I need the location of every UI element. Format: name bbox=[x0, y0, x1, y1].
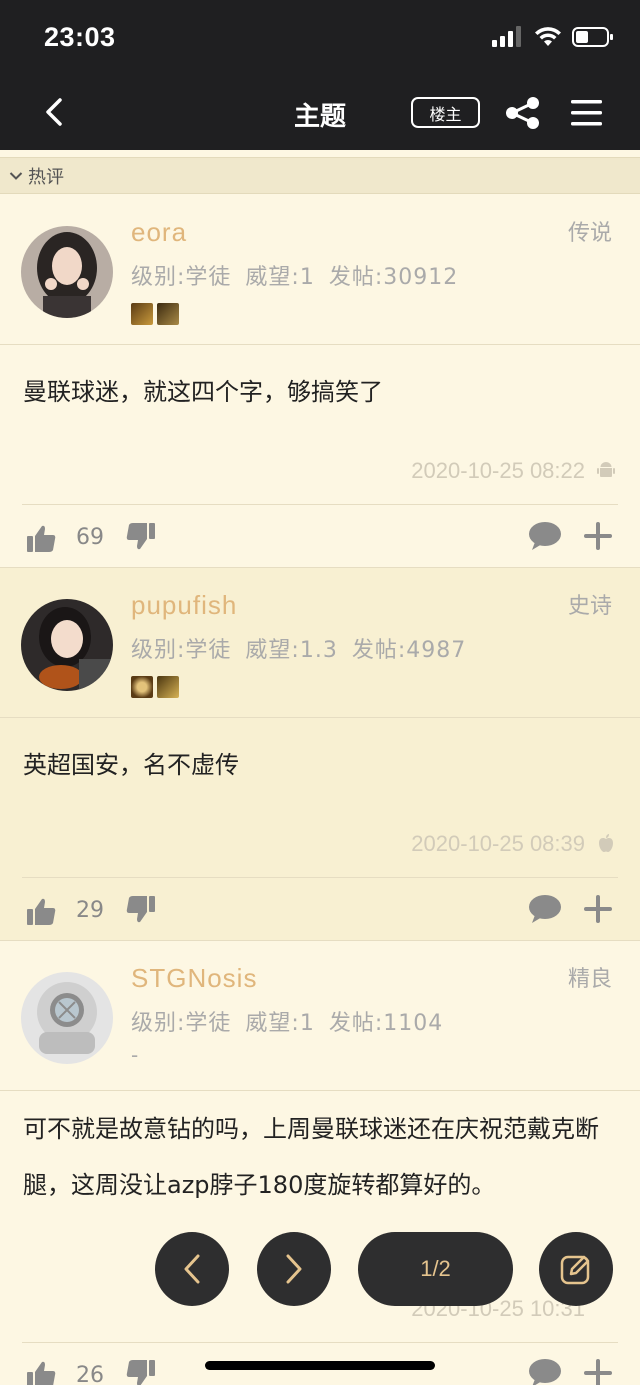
user-rank: 传说 bbox=[567, 221, 612, 246]
user-extra: - bbox=[131, 1043, 139, 1067]
apple-icon bbox=[599, 834, 613, 852]
user-level: 级别:学徒 bbox=[131, 638, 232, 663]
chevron-right-icon bbox=[286, 1254, 302, 1284]
thumbs-down-icon[interactable] bbox=[125, 1357, 157, 1385]
status-icons bbox=[492, 26, 614, 48]
user-meta: 级别:学徒 威望:1 发帖:30912 bbox=[131, 259, 472, 291]
post-item: eora 传说 级别:学徒 威望:1 发帖:30912 曼联球迷，就这四个字，够搞笑… bbox=[0, 195, 640, 568]
avatar[interactable] bbox=[21, 226, 113, 318]
username[interactable]: eora bbox=[131, 217, 187, 248]
share-icon bbox=[506, 97, 539, 129]
plus-icon[interactable] bbox=[582, 893, 614, 925]
post-item: STGNosis 精良 级别:学徒 威望:1 发帖:1104 - 可不就是故意钻的吗… bbox=[0, 941, 640, 1385]
user-meta: 级别:学徒 威望:1 发帖:1104 bbox=[131, 1005, 457, 1037]
hamburger-icon bbox=[571, 100, 602, 126]
chevron-left-icon bbox=[184, 1254, 200, 1284]
section-label: 热评 bbox=[28, 166, 64, 188]
status-time: 23:03 bbox=[44, 22, 116, 52]
android-icon bbox=[597, 462, 615, 477]
user-meta: 级别:学徒 威望:1.3 发帖:4987 bbox=[131, 632, 480, 664]
user-reputation: 威望:1.3 bbox=[245, 638, 338, 663]
thumbs-up-icon[interactable] bbox=[25, 896, 57, 928]
divider bbox=[0, 717, 640, 718]
post-timestamp: 2020-10-25 08:39 bbox=[411, 831, 585, 856]
thumbs-up-icon[interactable] bbox=[25, 1359, 57, 1385]
comment-icon[interactable] bbox=[527, 893, 562, 925]
user-reputation: 威望:1 bbox=[245, 1011, 315, 1036]
plus-icon[interactable] bbox=[582, 520, 614, 552]
medal-icon[interactable] bbox=[157, 303, 179, 325]
divider bbox=[22, 877, 618, 878]
like-count: 69 bbox=[76, 525, 104, 550]
avatar[interactable] bbox=[21, 599, 113, 691]
user-level: 级别:学徒 bbox=[131, 265, 232, 290]
comment-icon[interactable] bbox=[527, 520, 562, 552]
avatar[interactable] bbox=[21, 972, 113, 1064]
app-header: 23:03 主题 楼主 bbox=[0, 0, 640, 150]
next-page-button[interactable] bbox=[257, 1232, 331, 1306]
thumbs-up-icon[interactable] bbox=[25, 523, 57, 555]
post-item: pupufish 史诗 级别:学徒 威望:1.3 发帖:4987 英超国安，名不虚传… bbox=[0, 568, 640, 941]
post-content: 曼联球迷，就这四个字，够搞笑了 bbox=[23, 378, 383, 406]
plus-icon[interactable] bbox=[582, 1357, 614, 1385]
divider bbox=[0, 1090, 640, 1091]
username[interactable]: STGNosis bbox=[131, 963, 257, 994]
medal-icon[interactable] bbox=[131, 676, 153, 698]
edit-icon bbox=[560, 1255, 590, 1285]
divider bbox=[22, 504, 618, 505]
user-level: 级别:学徒 bbox=[131, 1011, 232, 1036]
menu-button[interactable] bbox=[568, 96, 606, 130]
post-timestamp: 2020-10-25 08:22 bbox=[411, 458, 585, 483]
user-post-count: 发帖:1104 bbox=[328, 1011, 444, 1036]
previous-page-button[interactable] bbox=[155, 1232, 229, 1306]
op-only-button[interactable]: 楼主 bbox=[411, 97, 480, 128]
home-indicator[interactable] bbox=[205, 1361, 435, 1370]
like-count: 29 bbox=[76, 898, 104, 923]
medal-icon[interactable] bbox=[131, 303, 153, 325]
reply-button[interactable] bbox=[539, 1232, 613, 1306]
thumbs-down-icon[interactable] bbox=[125, 893, 157, 925]
like-count: 26 bbox=[76, 1363, 104, 1385]
hot-comments-header[interactable]: 热评 bbox=[0, 157, 640, 194]
user-post-count: 发帖:4987 bbox=[351, 638, 467, 663]
battery-icon bbox=[572, 27, 613, 47]
chevron-down-icon bbox=[9, 171, 23, 180]
page-title: 主题 bbox=[293, 102, 346, 132]
user-badges bbox=[131, 676, 179, 698]
wifi-icon bbox=[535, 27, 561, 46]
share-button[interactable] bbox=[503, 96, 543, 130]
comment-icon[interactable] bbox=[527, 1357, 562, 1385]
user-post-count: 发帖:30912 bbox=[328, 265, 459, 290]
user-rank: 史诗 bbox=[567, 594, 612, 619]
username[interactable]: pupufish bbox=[131, 590, 237, 621]
post-content: 可不就是故意钻的吗，上周曼联球迷还在庆祝范戴克断腿，这周没让azp脖子180度旋… bbox=[23, 1115, 599, 1199]
divider bbox=[22, 1342, 618, 1343]
post-content: 英超国安，名不虚传 bbox=[23, 751, 239, 779]
page-indicator-button[interactable]: 1/2 bbox=[358, 1232, 513, 1306]
thumbs-down-icon[interactable] bbox=[125, 520, 157, 552]
user-reputation: 威望:1 bbox=[245, 265, 315, 290]
signal-icon bbox=[492, 26, 521, 47]
user-badges bbox=[131, 303, 179, 325]
user-rank: 精良 bbox=[567, 967, 612, 992]
divider bbox=[0, 344, 640, 345]
medal-icon[interactable] bbox=[157, 676, 179, 698]
